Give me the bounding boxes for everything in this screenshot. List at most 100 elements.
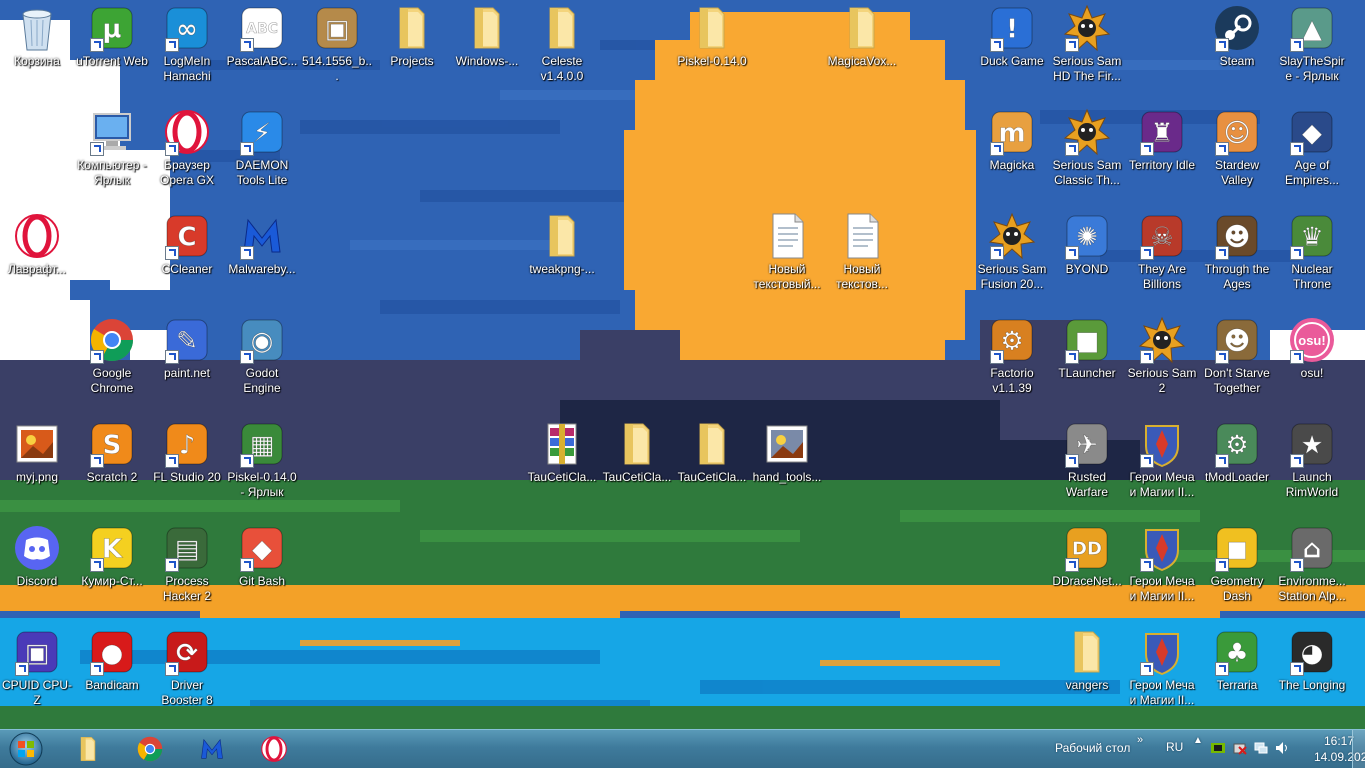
desktop-icon-serious-sam-fusion-20[interactable]: Serious Sam Fusion 20... bbox=[975, 208, 1049, 304]
desktop-icon-environme-station-alp[interactable]: ⌂ Environme... Station Alp... bbox=[1275, 520, 1349, 616]
shortcut-arrow-icon bbox=[1290, 38, 1304, 52]
desktop-icon-piskel-0-14-0[interactable]: Piskel-0.14.0 bbox=[675, 0, 749, 96]
desktop-icon-label: TauCetiCla... bbox=[677, 470, 747, 484]
desktop-icon-компьютер-ярлык[interactable]: Компьютер - Ярлык bbox=[75, 104, 149, 200]
desktop-icon-ddracenet[interactable]: DD DDraceNet... bbox=[1050, 520, 1124, 616]
desktop-icon-label: Герои Меча и Магии II... bbox=[1129, 678, 1195, 707]
desktop-icon-tauceticla[interactable]: TauCetiCla... bbox=[675, 416, 749, 512]
taskbar-explorer-button[interactable] bbox=[60, 732, 116, 766]
desktop-icon-label: MagicaVox... bbox=[827, 54, 897, 68]
desktop-icon-герои-меча-и-магии-ii[interactable]: Герои Меча и Магии II... bbox=[1125, 416, 1199, 512]
taskbar-malwarebytes-button[interactable] bbox=[184, 732, 240, 766]
desktop-icon-cpuid-cpu-z[interactable]: ▣ CPUID CPU-Z bbox=[0, 624, 74, 720]
desktop-icon-pascalabc[interactable]: ABC PascalABC... bbox=[225, 0, 299, 96]
desktop-icon-google-chrome[interactable]: Google Chrome bbox=[75, 312, 149, 408]
desktop-icon-label: Geometry Dash bbox=[1210, 574, 1264, 603]
desktop-icon-through-the-ages[interactable]: ☻ Through the Ages bbox=[1200, 208, 1274, 304]
language-indicator[interactable]: RU bbox=[1166, 740, 1183, 754]
desktop-icon-новый-текстов[interactable]: Новый текстов... bbox=[825, 208, 899, 304]
desktop-icon-браузер-opera-gx[interactable]: Браузер Opera GX bbox=[150, 104, 224, 200]
clock-time[interactable]: 16:17 bbox=[1324, 734, 1354, 748]
desktop-icon-projects[interactable]: Projects bbox=[375, 0, 449, 96]
desktop-icon-magicka[interactable]: m Magicka bbox=[975, 104, 1049, 200]
desktop-icon-windows[interactable]: Windows-... bbox=[450, 0, 524, 96]
desktop-icon-age-of-empires[interactable]: ◆ Age of Empires... bbox=[1275, 104, 1349, 200]
desktop-icon-корзина[interactable]: Корзина bbox=[0, 0, 74, 96]
desktop-icon-fl-studio-20[interactable]: ♪ FL Studio 20 bbox=[150, 416, 224, 512]
shortcut-arrow-icon bbox=[165, 350, 179, 364]
desktop-icon-tauceticla[interactable]: TauCetiCla... bbox=[600, 416, 674, 512]
desktop-icon-rusted-warfare[interactable]: ✈ Rusted Warfare bbox=[1050, 416, 1124, 512]
desktop-icon-герои-меча-и-магии-ii[interactable]: Герои Меча и Магии II... bbox=[1125, 624, 1199, 720]
desktop-icon-label: tModLoader bbox=[1204, 470, 1270, 484]
shortcut-arrow-icon bbox=[165, 142, 179, 156]
desktop-icon-discord[interactable]: Discord bbox=[0, 520, 74, 616]
desktop-icon-myj-png[interactable]: myj.png bbox=[0, 416, 74, 512]
desktop-icon-the-longing[interactable]: ◕ The Longing bbox=[1275, 624, 1349, 720]
desktop-icon-paint-net[interactable]: ✎ paint.net bbox=[150, 312, 224, 408]
piskel-icon: ▦ bbox=[238, 420, 286, 468]
desktop-icon-byond[interactable]: ✺ BYOND bbox=[1050, 208, 1124, 304]
desktop-icon-terraria[interactable]: ♣ Terraria bbox=[1200, 624, 1274, 720]
desktop-icon-кумир-ст[interactable]: K Кумир-Ст... bbox=[75, 520, 149, 616]
desktop-icon-launch-rimworld[interactable]: ★ Launch RimWorld bbox=[1275, 416, 1349, 512]
desktop-icon-serious-sam-classic-th[interactable]: Serious Sam Classic Th... bbox=[1050, 104, 1124, 200]
network-icon[interactable] bbox=[1254, 741, 1268, 755]
desktop-icon-driver-booster-8[interactable]: ⟳ Driver Booster 8 bbox=[150, 624, 224, 720]
toolbar-chevron-icon[interactable]: » bbox=[1137, 734, 1143, 746]
serious-sam-icon bbox=[988, 212, 1036, 260]
desktop-icon-514-1556-b[interactable]: ▣ 514.1556_b... bbox=[300, 0, 374, 96]
start-button[interactable] bbox=[4, 731, 44, 767]
desktop-icon-logmein-hamachi[interactable]: ∞ LogMeIn Hamachi bbox=[150, 0, 224, 96]
desktop[interactable]: Корзина µ uTorrent Web ∞ LogMeIn Hamachi ABC P… bbox=[0, 0, 1365, 729]
desktop-icon-osu[interactable]: osu! osu! bbox=[1275, 312, 1349, 408]
malwarebytes-icon bbox=[238, 212, 286, 260]
svg-text:µ: µ bbox=[102, 14, 121, 44]
desktop-icon-vangers[interactable]: vangers bbox=[1050, 624, 1124, 720]
desktop-icon-stardew-valley[interactable]: ☺ Stardew Valley bbox=[1200, 104, 1274, 200]
desktop-icon-git-bash[interactable]: ◆ Git Bash bbox=[225, 520, 299, 616]
nvidia-icon[interactable] bbox=[1211, 741, 1225, 755]
desktop-icon-tmodloader[interactable]: ⚙ tModLoader bbox=[1200, 416, 1274, 512]
desktop-icon-celeste-v1-4-0-0[interactable]: Celeste v1.4.0.0 bbox=[525, 0, 599, 96]
desktop-icon-tlauncher[interactable]: ■ TLauncher bbox=[1050, 312, 1124, 408]
computer-icon bbox=[88, 108, 136, 156]
printer-error-icon[interactable] bbox=[1233, 741, 1247, 755]
desktop-icon-daemon-tools-lite[interactable]: ⚡ DAEMON Tools Lite bbox=[225, 104, 299, 200]
desktop-icon-duck-game[interactable]: ! Duck Game bbox=[975, 0, 1049, 96]
desktop-icon-slaythespire-ярлык[interactable]: ▲ SlayTheSpire - Ярлык bbox=[1275, 0, 1349, 96]
desktop-icon-piskel-0-14-0-ярлык[interactable]: ▦ Piskel-0.14.0 - Ярлык bbox=[225, 416, 299, 512]
desktop-icon-godot-engine[interactable]: ◉ Godot Engine bbox=[225, 312, 299, 408]
desktop-icon-process-hacker-2[interactable]: ▤ Process Hacker 2 bbox=[150, 520, 224, 616]
desktop-icon-tauceticla[interactable]: TauCetiCla... bbox=[525, 416, 599, 512]
desktop-icon-scratch-2[interactable]: S Scratch 2 bbox=[75, 416, 149, 512]
taskbar-chrome-button[interactable] bbox=[122, 732, 178, 766]
tray-expand-icon[interactable]: ▲ bbox=[1193, 735, 1203, 746]
desktop-icon-malwareby[interactable]: Malwareby... bbox=[225, 208, 299, 304]
desktop-icon-label: Territory Idle bbox=[1128, 158, 1196, 172]
taskbar-opera-button[interactable] bbox=[246, 732, 302, 766]
desktop-toolbar-label[interactable]: Рабочий стол bbox=[1055, 741, 1130, 755]
desktop-icon-magicavox[interactable]: MagicaVox... bbox=[825, 0, 899, 96]
desktop-icon-nuclear-throne[interactable]: ♛ Nuclear Throne bbox=[1275, 208, 1349, 304]
desktop-icon-don-t-starve-together[interactable]: ☻ Don't Starve Together bbox=[1200, 312, 1274, 408]
desktop-icon-geometry-dash[interactable]: ◼ Geometry Dash bbox=[1200, 520, 1274, 616]
desktop-icon-steam[interactable]: Steam bbox=[1200, 0, 1274, 96]
desktop-icon-лаврафт[interactable]: Лаврафт... bbox=[0, 208, 74, 304]
desktop-icon-serious-sam-2[interactable]: Serious Sam 2 bbox=[1125, 312, 1199, 408]
desktop-icon-герои-меча-и-магии-ii[interactable]: Герои Меча и Магии II... bbox=[1125, 520, 1199, 616]
desktop-icon-bandicam[interactable]: ● Bandicam bbox=[75, 624, 149, 720]
desktop-icon-territory-idle[interactable]: ♜ Territory Idle bbox=[1125, 104, 1199, 200]
desktop-icon-label: PascalABC... bbox=[226, 54, 298, 68]
desktop-icon-tweakpng[interactable]: tweakpng-... bbox=[525, 208, 599, 304]
volume-icon[interactable] bbox=[1275, 741, 1289, 755]
desktop-icon-новый-текстовый[interactable]: Новый текстовый... bbox=[750, 208, 824, 304]
shortcut-arrow-icon bbox=[90, 454, 104, 468]
show-desktop-button[interactable] bbox=[1352, 730, 1365, 768]
desktop-icon-serious-sam-hd-the-fir[interactable]: Serious Sam HD The Fir... bbox=[1050, 0, 1124, 96]
desktop-icon-utorrent-web[interactable]: µ uTorrent Web bbox=[75, 0, 149, 96]
desktop-icon-ccleaner[interactable]: C CCleaner bbox=[150, 208, 224, 304]
desktop-icon-factorio-v1-1-39[interactable]: ⚙ Factorio v1.1.39 bbox=[975, 312, 1049, 408]
desktop-icon-hand-tools[interactable]: hand_tools... bbox=[750, 416, 824, 512]
desktop-icon-they-are-billions[interactable]: ☠ They Are Billions bbox=[1125, 208, 1199, 304]
